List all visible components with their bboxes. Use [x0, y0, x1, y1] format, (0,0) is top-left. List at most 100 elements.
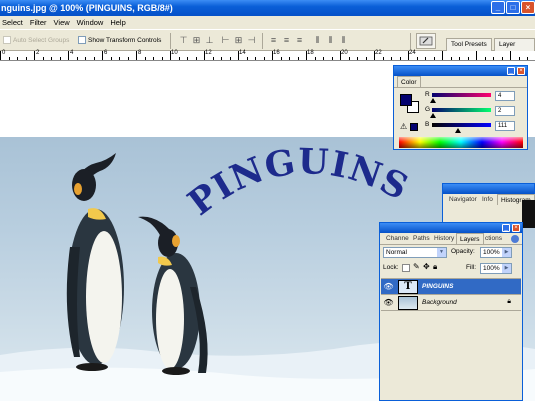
pinguins-text: PINGUINS — [181, 141, 416, 224]
menu-window[interactable]: Window — [75, 18, 109, 27]
panel-close-button[interactable]: × — [512, 224, 520, 232]
text-layer-thumbnail-icon: T — [398, 280, 418, 294]
align-hcenter-icon[interactable]: ⊞ — [233, 35, 244, 46]
ruler-label: 22 — [375, 50, 382, 56]
ruler-tick — [187, 57, 188, 60]
menu-view[interactable]: View — [52, 18, 75, 27]
separator — [410, 33, 411, 49]
channel-r-label: R — [425, 91, 430, 98]
ruler-label: 14 — [239, 50, 246, 56]
color-spectrum-bar[interactable] — [399, 137, 523, 148]
lock-position-icon[interactable]: ✥ — [423, 262, 430, 271]
panel-menu-icon[interactable] — [511, 235, 519, 243]
ruler-tick — [280, 57, 282, 60]
distribute-vcenter-icon[interactable]: ≡ — [281, 35, 292, 46]
channel-g-slider[interactable] — [432, 108, 491, 112]
fill-value: 100% — [483, 265, 500, 272]
ruler-label: 16 — [273, 50, 280, 56]
channel-r-value[interactable]: 4 — [495, 91, 515, 101]
ruler-tick — [416, 57, 418, 60]
eye-icon[interactable]: 👁︎ — [383, 282, 394, 292]
lock-transparency-icon[interactable] — [402, 264, 410, 272]
ruler-label: 4 — [70, 50, 74, 56]
tab-color[interactable]: Color — [397, 76, 421, 87]
blend-mode-select[interactable]: Normal ▼ — [383, 247, 447, 258]
channel-r-slider[interactable] — [432, 93, 491, 97]
channel-g-value[interactable]: 2 — [495, 106, 515, 116]
foreground-color-swatch[interactable] — [400, 94, 412, 106]
ruler-tick — [221, 57, 222, 60]
tab-info[interactable]: Info — [479, 194, 496, 205]
layer-row-pinguins[interactable]: 👁︎ T PINGUINS — [381, 279, 521, 295]
layers-panel-titlebar[interactable] — [380, 223, 522, 233]
ruler-label: 0 — [2, 50, 6, 56]
fill-input[interactable]: 100% ▶ — [480, 263, 512, 274]
channel-g-slider-handle[interactable] — [429, 113, 436, 118]
ruler-label: 12 — [205, 50, 212, 56]
menu-filter[interactable]: Filter — [28, 18, 52, 27]
ruler-tick — [161, 57, 163, 60]
menu-help[interactable]: Help — [108, 18, 130, 27]
channel-b-value[interactable]: 111 — [495, 121, 515, 131]
close-button[interactable]: × — [521, 1, 535, 14]
maximize-button[interactable]: □ — [506, 1, 520, 14]
lock-pixels-icon[interactable]: ✎ — [413, 262, 420, 271]
align-left-icon[interactable]: ⊢ — [220, 35, 231, 46]
opacity-label: Opacity: — [451, 248, 475, 255]
align-vcenter-icon[interactable]: ⊞ — [191, 35, 202, 46]
ruler-tick — [348, 57, 350, 60]
ruler-tick — [399, 57, 401, 60]
ruler-tick — [450, 57, 452, 60]
tab-history[interactable]: History — [431, 233, 457, 244]
ruler-tick — [136, 51, 137, 60]
navigator-panel-titlebar[interactable] — [443, 184, 534, 194]
ruler-tick — [34, 51, 35, 60]
ruler-tick — [382, 57, 384, 60]
ruler-tick — [204, 51, 205, 60]
show-transform-controls-checkbox[interactable]: Show Transform Controls — [78, 36, 161, 44]
checkbox-box — [3, 36, 11, 44]
distribute-right-icon[interactable]: ⫴ — [338, 35, 349, 46]
layer-row-background[interactable]: 👁︎ Background 🔒︎ — [381, 295, 521, 311]
menu-select[interactable]: Select — [0, 18, 28, 27]
distribute-bottom-icon[interactable]: ≡ — [294, 35, 305, 46]
panel-minimize-button[interactable]: _ — [507, 67, 515, 75]
lock-all-icon[interactable]: 🔒︎ — [433, 262, 437, 272]
auto-select-groups-checkbox[interactable]: Auto Select Groups — [3, 36, 69, 44]
channel-b-slider-handle[interactable] — [454, 128, 461, 133]
align-bottom-icon[interactable]: ⊥ — [204, 35, 215, 46]
ruler-tick — [170, 51, 171, 60]
distribute-left-icon[interactable]: ⫴ — [312, 35, 323, 46]
gamut-color-swatch[interactable] — [410, 123, 418, 131]
distribute-hcenter-icon[interactable]: ⫴ — [325, 35, 336, 46]
distribute-top-icon[interactable]: ≡ — [268, 35, 279, 46]
tab-layer-comps[interactable]: Layer Comps — [494, 38, 535, 60]
panel-close-button[interactable]: × — [517, 67, 525, 75]
tab-paths[interactable]: Paths — [410, 233, 433, 244]
horizontal-ruler: 0 2 4 6 8 10 12 14 16 18 20 22 24 — [0, 50, 535, 61]
ruler-tick — [127, 57, 129, 60]
align-top-icon[interactable]: ⊤ — [178, 35, 189, 46]
eye-icon[interactable]: 👁︎ — [383, 298, 394, 308]
layer-name[interactable]: PINGUINS — [422, 279, 453, 295]
channel-r-slider-handle[interactable] — [430, 98, 437, 103]
minimize-button[interactable]: _ — [491, 1, 505, 14]
lock-label: Lock: — [383, 264, 399, 271]
tab-channels[interactable]: Channe — [383, 233, 412, 244]
opacity-input[interactable]: 100% ▶ — [480, 247, 512, 258]
layer-name[interactable]: Background — [422, 295, 457, 311]
tab-tool-presets[interactable]: Tool Presets — [446, 38, 492, 51]
tool-preset-picker-button[interactable] — [416, 33, 436, 49]
ruler-tick — [408, 51, 409, 60]
tab-navigator[interactable]: Navigator — [446, 194, 480, 205]
align-right-icon[interactable]: ⊣ — [246, 35, 257, 46]
ruler-tick — [8, 57, 10, 60]
ruler-tick — [425, 57, 426, 60]
out-of-gamut-warning-icon[interactable]: ⚠ — [400, 122, 407, 131]
ruler-tick — [493, 57, 494, 60]
ruler-label: 2 — [36, 50, 40, 56]
channel-b-slider[interactable] — [432, 123, 491, 127]
tab-layers[interactable]: Layers — [456, 233, 484, 244]
tab-actions[interactable]: ctions — [482, 233, 505, 244]
panel-minimize-button[interactable]: _ — [502, 224, 510, 232]
